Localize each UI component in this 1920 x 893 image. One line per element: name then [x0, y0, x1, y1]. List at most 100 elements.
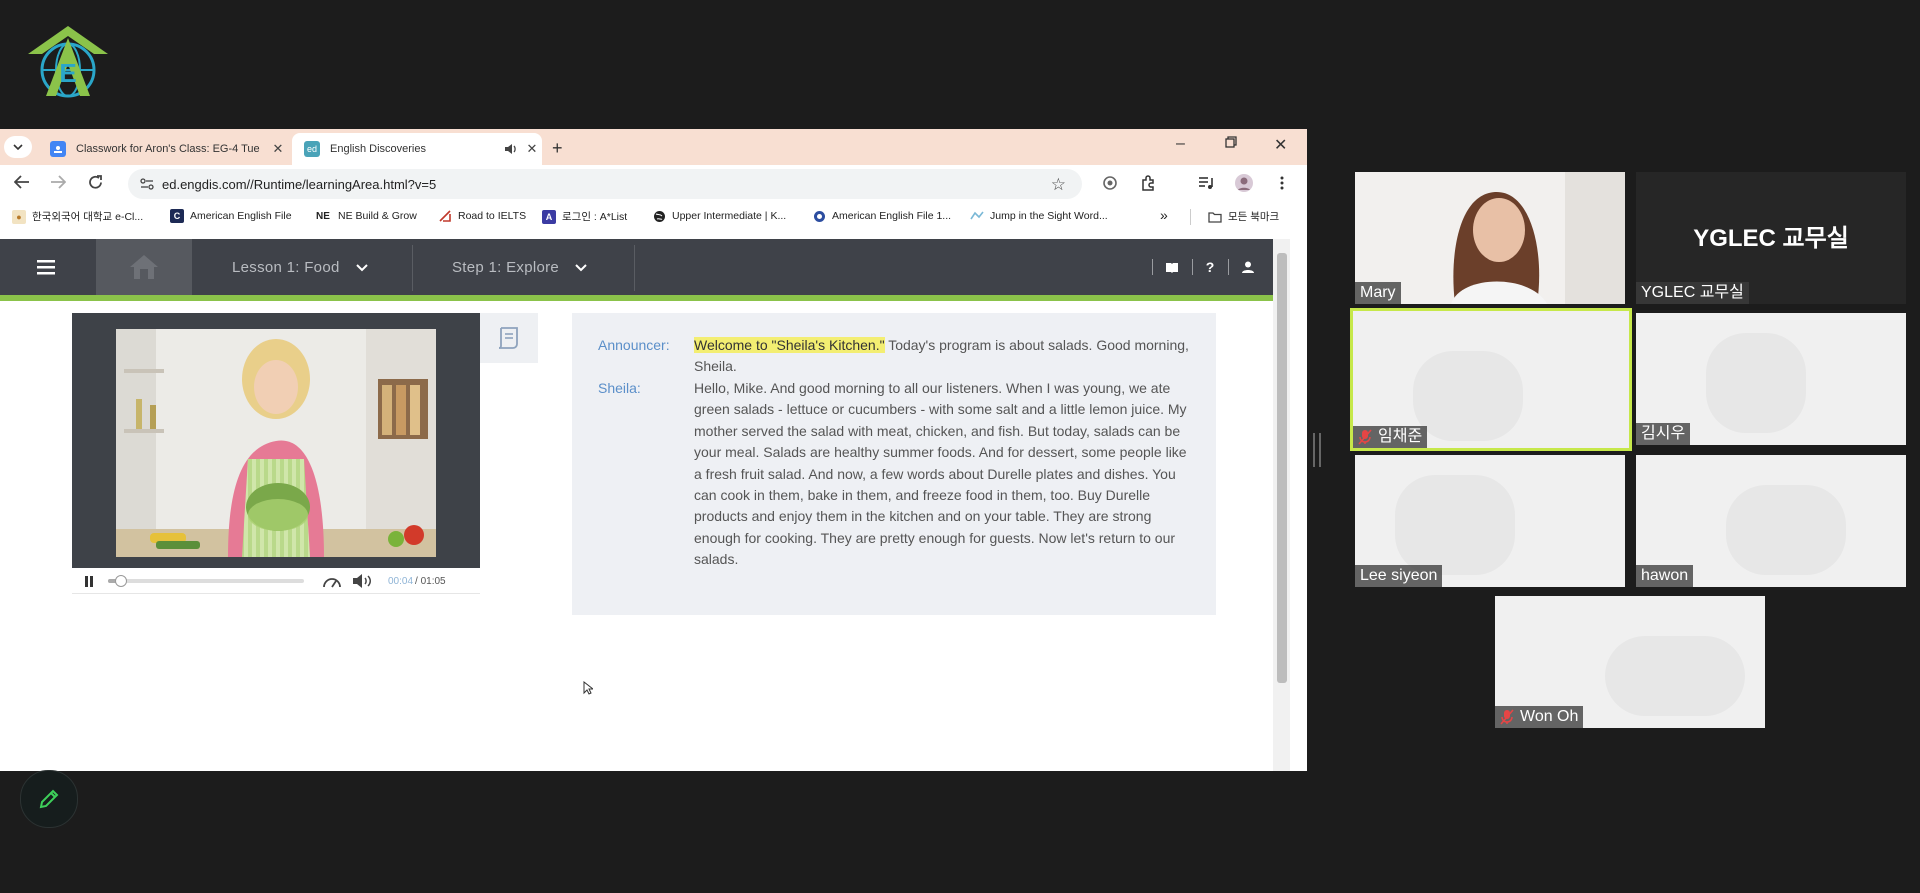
- transcript-text[interactable]: Hello, Mike. And good morning to all our…: [694, 378, 1194, 571]
- participant-name-tag: Lee siyeon: [1355, 565, 1443, 587]
- hamburger-menu-icon[interactable]: [0, 239, 92, 295]
- tab-search-button[interactable]: [4, 136, 32, 158]
- url-bar[interactable]: ed.engdis.com//Runtime/learningArea.html…: [128, 169, 1082, 199]
- user-profile-icon[interactable]: [1236, 255, 1260, 279]
- participant-tile[interactable]: Mary: [1355, 172, 1625, 304]
- participant-name: 김시우: [1641, 425, 1686, 442]
- hufs-icon: ●: [12, 209, 26, 224]
- participant-name: Lee siyeon: [1360, 567, 1438, 584]
- blurred-video: [1395, 475, 1515, 575]
- chevron-down-icon: [575, 259, 587, 276]
- total-time: / 01:05: [415, 575, 446, 587]
- video-player[interactable]: [72, 313, 480, 568]
- dictionary-book-icon[interactable]: [1160, 255, 1184, 279]
- more-bookmarks-chevron-icon[interactable]: »: [1160, 207, 1168, 223]
- speaker-icon[interactable]: [504, 143, 522, 155]
- lesson-label: Lesson 1: Food: [232, 258, 340, 276]
- blurred-video: [1706, 333, 1806, 433]
- back-arrow-icon[interactable]: [13, 175, 30, 194]
- muted-mic-icon: [1358, 429, 1372, 445]
- close-tab-icon[interactable]: ✕: [268, 141, 288, 157]
- progress-handle[interactable]: [114, 575, 127, 587]
- tab-label: English Discoveries: [330, 143, 426, 155]
- blurred-video: [1413, 351, 1523, 441]
- annotate-pen-button[interactable]: [20, 770, 78, 828]
- nav-divider: [1192, 259, 1193, 275]
- tab-english-discoveries[interactable]: ed English Discoveries ✕: [292, 133, 542, 165]
- bookmark-divider: [1190, 209, 1191, 225]
- ae-logo: E: [26, 24, 110, 98]
- participant-name-tag: 김시우: [1636, 423, 1691, 445]
- alist-icon: A: [542, 209, 556, 224]
- learning-area-page: Lesson 1: Food Step 1: Explore ? 00:04 /…: [0, 239, 1290, 771]
- browser-window: Classwork for Aron's Class: EG-4 Tue ✕ e…: [0, 129, 1307, 771]
- profile-avatar-icon[interactable]: [1234, 173, 1254, 193]
- reload-icon[interactable]: [88, 175, 103, 195]
- close-window-icon[interactable]: ✕: [1274, 135, 1287, 155]
- participant-tile[interactable]: hawon: [1636, 455, 1906, 587]
- video-frame-woman-tossing-salad[interactable]: [116, 329, 436, 557]
- tab-classwork[interactable]: Classwork for Aron's Class: EG-4 Tue ✕: [38, 133, 288, 165]
- participant-tile[interactable]: Won Oh: [1495, 596, 1765, 728]
- volume-icon[interactable]: [352, 574, 376, 588]
- pause-icon[interactable]: [84, 575, 94, 587]
- participant-name: YGLEC 교무실: [1641, 284, 1744, 301]
- site-info-icon[interactable]: [140, 178, 154, 190]
- bookmarks-bar: ● 한국외국어 대학교 e-Cl... C American English F…: [0, 203, 1307, 231]
- media-control-icon[interactable]: [1196, 173, 1216, 193]
- transcript-panel: Announcer: Welcome to "Sheila's Kitchen.…: [572, 313, 1216, 615]
- bookmark-item[interactable]: A 로그인 : A*List: [542, 209, 627, 224]
- panel-resize-handle[interactable]: [1313, 433, 1321, 467]
- extensions-icon[interactable]: [1138, 173, 1158, 193]
- url-text: ed.engdis.com//Runtime/learningArea.html…: [162, 176, 437, 192]
- help-question-icon[interactable]: ?: [1198, 255, 1222, 279]
- participant-name-tag: Mary: [1355, 282, 1401, 304]
- participant-name-tag: hawon: [1636, 565, 1694, 587]
- ne-icon: NE: [316, 210, 330, 222]
- step-dropdown[interactable]: Step 1: Explore: [452, 239, 587, 295]
- pencil-icon: [39, 789, 59, 809]
- all-bookmarks-folder[interactable]: 모든 북마크: [1208, 209, 1279, 224]
- blurred-video: [1605, 636, 1745, 716]
- address-bar-row: ed.engdis.com//Runtime/learningArea.html…: [0, 165, 1307, 203]
- home-button[interactable]: [96, 239, 192, 295]
- bookmark-item[interactable]: American English File 1...: [812, 209, 951, 223]
- bookmark-label: 한국외국어 대학교 e-Cl...: [32, 211, 144, 223]
- tab-strip: Classwork for Aron's Class: EG-4 Tue ✕ e…: [0, 129, 1307, 165]
- close-tab-icon[interactable]: ✕: [522, 141, 542, 157]
- lens-icon[interactable]: [1100, 173, 1120, 193]
- transcript-toggle-icon[interactable]: [480, 313, 538, 363]
- forward-arrow-icon[interactable]: [50, 175, 67, 194]
- participant-name: Won Oh: [1520, 708, 1579, 725]
- bookmark-item[interactable]: Upper Intermediate | K...: [652, 209, 786, 223]
- new-tab-plus-icon[interactable]: +: [552, 138, 563, 159]
- scrollbar-thumb[interactable]: [1277, 253, 1287, 683]
- participant-name: 임채준: [1378, 428, 1423, 445]
- speaker-label: Announcer:: [598, 337, 670, 353]
- participant-tile[interactable]: Lee siyeon: [1355, 455, 1625, 587]
- mouse-cursor-icon: [583, 680, 595, 700]
- playback-speed-icon[interactable]: [322, 573, 342, 589]
- progress-track[interactable]: [108, 575, 304, 587]
- jump-icon: [970, 209, 984, 223]
- bookmark-item[interactable]: NE NE Build & Grow: [314, 209, 417, 223]
- aef-icon: C: [170, 209, 184, 223]
- kebab-menu-icon[interactable]: [1272, 173, 1292, 193]
- transcript-text[interactable]: Welcome to "Sheila's Kitchen." Today's p…: [694, 335, 1194, 378]
- chevron-down-icon: [355, 259, 368, 276]
- participant-tile-active-speaker[interactable]: 임채준: [1350, 308, 1632, 451]
- aef2-icon: [812, 209, 826, 223]
- bookmark-item[interactable]: Road to IELTS: [438, 209, 526, 223]
- participant-tile[interactable]: 김시우: [1636, 313, 1906, 445]
- bookmark-star-icon[interactable]: ☆: [1051, 175, 1066, 195]
- bookmark-item[interactable]: Jump in the Sight Word...: [970, 209, 1108, 223]
- bookmark-label: American English File: [190, 210, 292, 222]
- bookmark-item[interactable]: C American English File: [170, 209, 292, 223]
- ielts-icon: [438, 209, 452, 223]
- page-scrollbar[interactable]: [1273, 239, 1290, 771]
- participant-tile[interactable]: YGLEC 교무실 YGLEC 교무실: [1636, 172, 1906, 304]
- minimize-icon[interactable]: –: [1176, 135, 1185, 153]
- bookmark-item[interactable]: ● 한국외국어 대학교 e-Cl...: [12, 209, 143, 224]
- restore-icon[interactable]: [1225, 135, 1237, 153]
- lesson-dropdown[interactable]: Lesson 1: Food: [232, 239, 368, 295]
